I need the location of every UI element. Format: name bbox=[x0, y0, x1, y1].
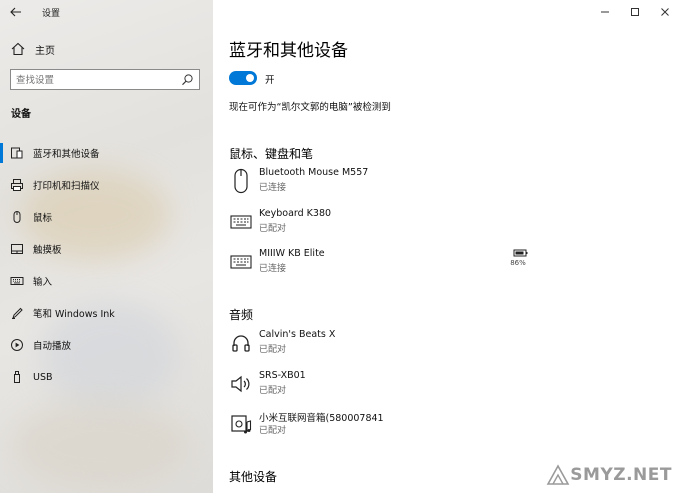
section-title-input: 鼠标、键盘和笔 bbox=[229, 147, 314, 161]
device-status: 已配对 bbox=[259, 224, 287, 234]
watermark-logo-icon bbox=[546, 464, 570, 485]
battery-icon bbox=[513, 249, 528, 257]
main-content: 蓝牙和其他设备 开 现在可作为“凯尔文郭的电脑”被检测到 鼠标、键盘和笔 Blu… bbox=[213, 0, 680, 493]
printer-icon bbox=[10, 178, 24, 192]
pen-icon bbox=[10, 306, 24, 320]
device-status: 已配对 bbox=[259, 345, 287, 355]
device-status: 已连接 bbox=[259, 264, 287, 274]
toggle-label: 开 bbox=[265, 75, 275, 86]
headphones-icon bbox=[229, 329, 253, 357]
sidebar: 主页 设备 蓝牙和其他设备 打印机和扫描仪 鼠标 触摸板 输入 笔和 Windo bbox=[0, 0, 213, 493]
sidebar-item-label: 笔和 Windows Ink bbox=[33, 309, 115, 320]
page-title: 蓝牙和其他设备 bbox=[229, 41, 348, 61]
back-button[interactable] bbox=[0, 0, 32, 24]
search-input[interactable] bbox=[16, 73, 176, 87]
device-status: 已连接 bbox=[259, 183, 287, 193]
device-status: 已配对 bbox=[259, 386, 287, 396]
sidebar-nav: 蓝牙和其他设备 打印机和扫描仪 鼠标 触摸板 输入 笔和 Windows Ink… bbox=[0, 137, 213, 393]
autoplay-icon bbox=[10, 338, 24, 352]
device-item[interactable]: Keyboard K380 已配对 bbox=[229, 208, 659, 240]
section-title-audio: 音频 bbox=[229, 308, 254, 322]
sidebar-item-typing[interactable]: 输入 bbox=[0, 265, 213, 297]
section-label: 设备 bbox=[11, 109, 31, 120]
keyboard-icon bbox=[229, 248, 253, 276]
sidebar-item-label: 输入 bbox=[33, 277, 53, 288]
back-arrow-icon bbox=[10, 7, 21, 17]
device-name: Keyboard K380 bbox=[259, 208, 332, 219]
watermark: SMYZ.NET bbox=[546, 464, 672, 486]
usb-icon bbox=[10, 370, 24, 384]
mouse-icon bbox=[10, 210, 24, 224]
device-name: Bluetooth Mouse M557 bbox=[259, 167, 369, 178]
speaker-icon bbox=[229, 370, 253, 398]
discoverable-text: 现在可作为“凯尔文郭的电脑”被检测到 bbox=[229, 102, 391, 113]
sidebar-item-label: 打印机和扫描仪 bbox=[33, 181, 100, 192]
device-item[interactable]: MIIIW KB Elite 已连接 86% bbox=[229, 248, 659, 280]
mouse-icon bbox=[229, 167, 253, 195]
home-label: 主页 bbox=[35, 45, 55, 57]
keyboard-icon bbox=[229, 208, 253, 236]
device-item[interactable]: Calvin's Beats X 已配对 bbox=[229, 329, 659, 361]
sidebar-item-autoplay[interactable]: 自动播放 bbox=[0, 329, 213, 361]
home-icon bbox=[11, 42, 25, 56]
sidebar-item-label: 触摸板 bbox=[33, 245, 62, 256]
sidebar-item-touchpad[interactable]: 触摸板 bbox=[0, 233, 213, 265]
media-speaker-icon bbox=[229, 410, 253, 438]
sidebar-item-printers[interactable]: 打印机和扫描仪 bbox=[0, 169, 213, 201]
bluetooth-devices-icon bbox=[10, 146, 24, 160]
battery-indicator: 86% bbox=[503, 248, 533, 272]
search-box[interactable] bbox=[10, 69, 200, 90]
window-title: 设置 bbox=[42, 9, 61, 19]
sidebar-item-label: 自动播放 bbox=[33, 341, 72, 352]
device-item[interactable]: 小米互联网音箱(580007841 已配对 bbox=[229, 410, 659, 442]
keyboard-icon bbox=[10, 274, 24, 288]
sidebar-item-usb[interactable]: USB bbox=[0, 361, 213, 393]
device-name: 小米互联网音箱(580007841 bbox=[259, 413, 384, 424]
sidebar-item-bluetooth[interactable]: 蓝牙和其他设备 bbox=[0, 137, 213, 169]
device-status: 已配对 bbox=[259, 426, 287, 436]
section-title-other: 其他设备 bbox=[229, 470, 278, 484]
home-link[interactable]: 主页 bbox=[10, 41, 55, 57]
sidebar-item-mouse[interactable]: 鼠标 bbox=[0, 201, 213, 233]
touchpad-icon bbox=[10, 242, 24, 256]
device-name: Calvin's Beats X bbox=[259, 329, 336, 340]
search-icon[interactable] bbox=[181, 73, 194, 86]
device-item[interactable]: SRS-XB01 已配对 bbox=[229, 370, 659, 402]
device-name: MIIIW KB Elite bbox=[259, 248, 325, 259]
sidebar-item-label: 鼠标 bbox=[33, 213, 53, 224]
toggle-knob bbox=[246, 74, 254, 82]
watermark-text: SMYZ.NET bbox=[570, 465, 672, 485]
battery-percent: 86% bbox=[510, 259, 526, 267]
background-blur bbox=[10, 400, 190, 490]
sidebar-item-label: USB bbox=[33, 371, 53, 383]
sidebar-item-pen[interactable]: 笔和 Windows Ink bbox=[0, 297, 213, 329]
device-item[interactable]: Bluetooth Mouse M557 已连接 bbox=[229, 167, 659, 199]
sidebar-item-label: 蓝牙和其他设备 bbox=[33, 149, 100, 160]
device-name: SRS-XB01 bbox=[259, 370, 306, 381]
bluetooth-toggle[interactable] bbox=[229, 71, 257, 85]
